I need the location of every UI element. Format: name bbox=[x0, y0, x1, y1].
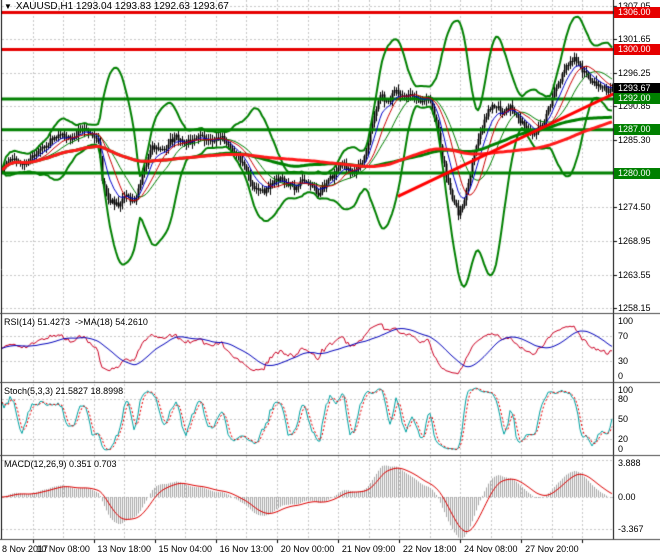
stoch-level-label: 50 bbox=[618, 414, 628, 424]
dropdown-arrow-icon[interactable]: ▼ bbox=[4, 2, 12, 11]
time-axis-label: 22 Nov 18:00 bbox=[403, 544, 457, 554]
time-axis-label: 10 Nov 08:00 bbox=[36, 544, 90, 554]
stoch-level-label: 20 bbox=[618, 434, 628, 444]
macd-level-label: 0.00 bbox=[618, 492, 636, 502]
chart-canvas[interactable] bbox=[0, 0, 660, 560]
time-axis-label: 21 Nov 09:00 bbox=[342, 544, 396, 554]
rsi-header: RSI(14) 51.4273 ->MA(18) 54.2610 bbox=[4, 317, 148, 327]
macd-header: MACD(12,26,9) 0.351 0.703 bbox=[4, 459, 117, 469]
symbol-label: ▼ XAUUSD,H1 1293.04 1293.83 1292.63 1293.… bbox=[4, 1, 229, 12]
time-axis-label: 24 Nov 08:00 bbox=[464, 544, 518, 554]
stoch-level-label: 0 bbox=[618, 444, 623, 454]
stoch-level-label: 80 bbox=[618, 394, 628, 404]
price-axis-label: 1263.55 bbox=[618, 270, 651, 280]
rsi-level-label: 70 bbox=[618, 331, 628, 341]
time-axis-label: 20 Nov 00:00 bbox=[281, 544, 335, 554]
rsi-level-label: 0 bbox=[618, 371, 623, 381]
price-axis-label: 1296.25 bbox=[618, 68, 651, 78]
price-badge: 1287.00 bbox=[614, 124, 660, 135]
time-axis-label: 13 Nov 18:00 bbox=[97, 544, 151, 554]
price-axis-label: 1285.30 bbox=[618, 135, 651, 145]
price-axis-label: 1274.50 bbox=[618, 202, 651, 212]
price-badge: 1300.00 bbox=[614, 44, 660, 55]
time-axis-label: 16 Nov 13:00 bbox=[220, 544, 274, 554]
price-axis-label: 1258.15 bbox=[618, 303, 651, 313]
symbol-ohlc-text: XAUUSD,H1 1293.04 1293.83 1292.63 1293.6… bbox=[16, 1, 229, 12]
price-axis-label: 1268.95 bbox=[618, 236, 651, 246]
stoch-header: Stoch(5,3,3) 21.5827 18.8998 bbox=[4, 386, 123, 396]
time-axis-label: 27 Nov 20:00 bbox=[525, 544, 579, 554]
price-badge: 1292.00 bbox=[614, 93, 660, 104]
macd-level-label: 3.888 bbox=[618, 458, 641, 468]
rsi-level-label: 100 bbox=[618, 316, 633, 326]
price-axis-label: 1301.65 bbox=[618, 34, 651, 44]
price-badge: 1306.00 bbox=[614, 7, 660, 18]
trading-chart-window: ▼ XAUUSD,H1 1293.04 1293.83 1292.63 1293.… bbox=[0, 0, 660, 560]
time-axis-label: 15 Nov 04:00 bbox=[159, 544, 213, 554]
rsi-level-label: 30 bbox=[618, 356, 628, 366]
price-badge: 1280.00 bbox=[614, 168, 660, 179]
macd-level-label: -3.367 bbox=[618, 524, 644, 534]
